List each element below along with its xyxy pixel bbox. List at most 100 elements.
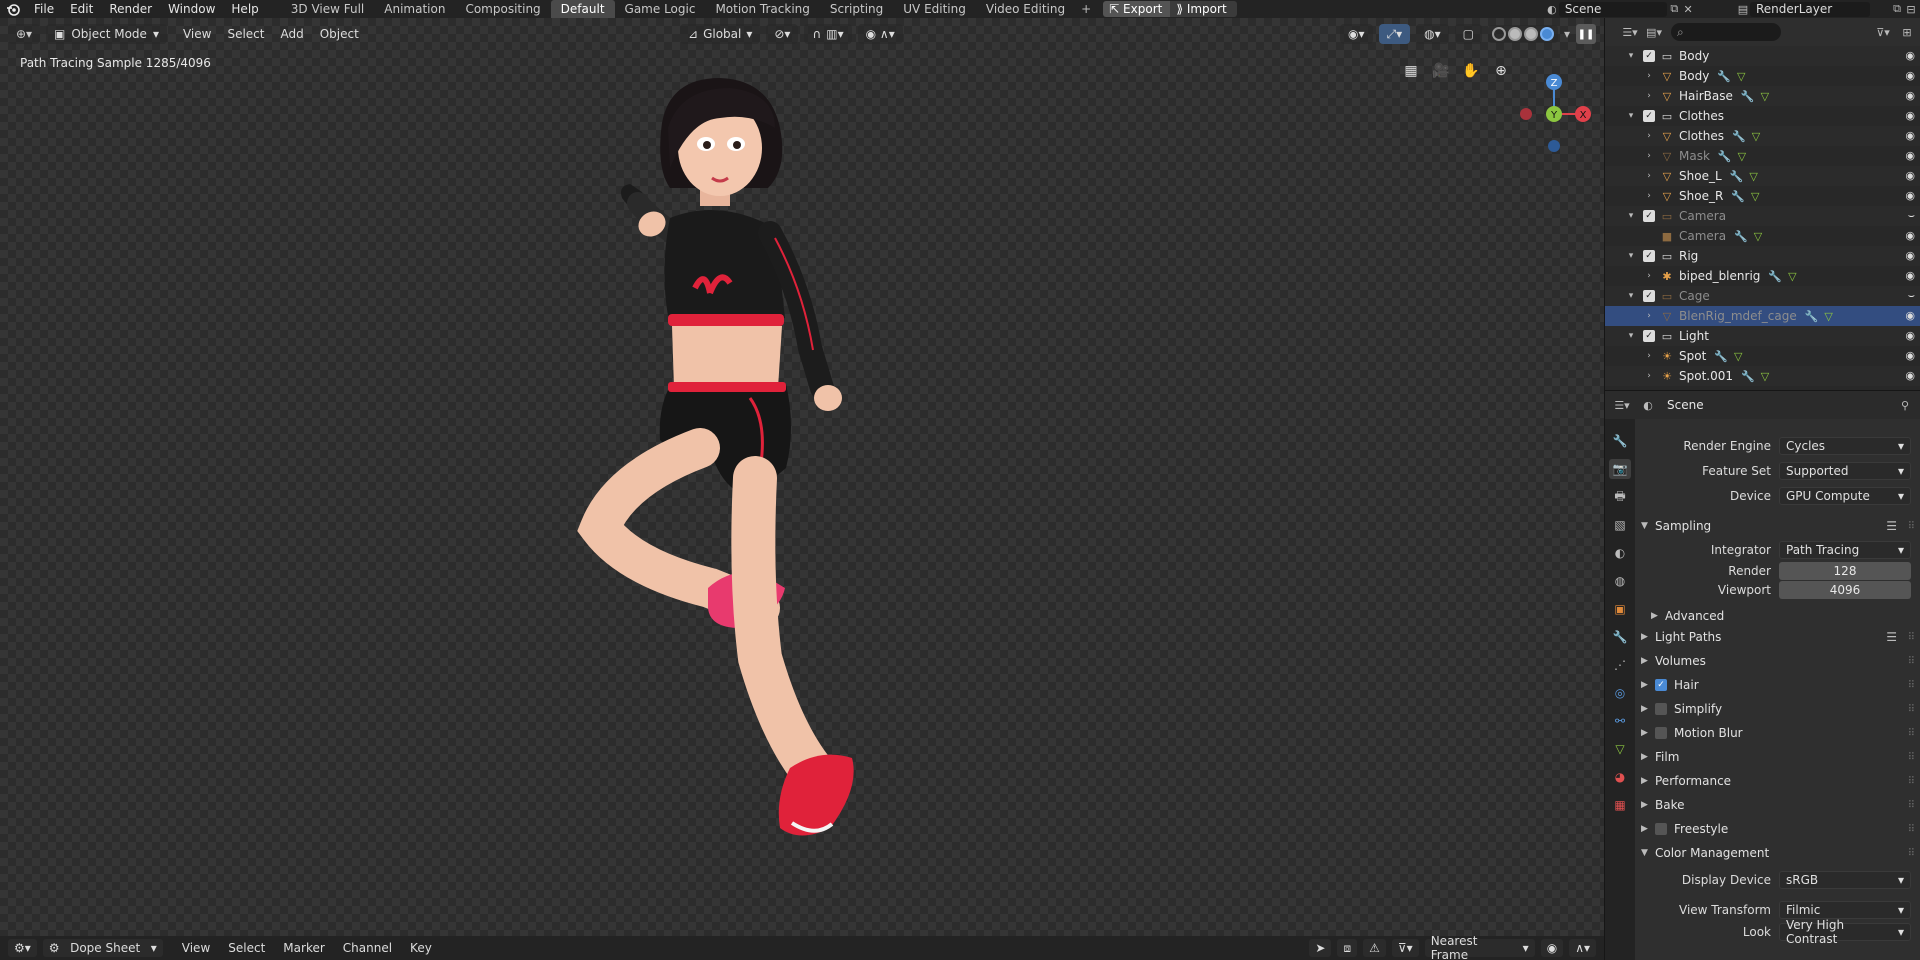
- snap-toggle[interactable]: ∩ ▥▾: [804, 24, 852, 44]
- visibility-eye-icon[interactable]: ◉: [1905, 309, 1915, 322]
- light-paths-panel-header[interactable]: ▶ Light Paths ☰ ⠿: [1635, 626, 1920, 648]
- view-layer-selector[interactable]: ▤ RenderLayer ⧉ ⊟: [1736, 0, 1920, 18]
- scene-tab-icon[interactable]: ◐: [1609, 543, 1631, 563]
- filter-dropdown[interactable]: ⊽▾: [1391, 939, 1419, 957]
- menu-file[interactable]: File: [26, 0, 62, 18]
- properties-editor-type-icon[interactable]: ☰▾: [1614, 398, 1629, 412]
- outliner-item-label[interactable]: Clothes: [1679, 109, 1724, 123]
- visibility-eye-icon[interactable]: ◉: [1905, 109, 1915, 122]
- viewport-menu-view[interactable]: View: [175, 27, 219, 41]
- outliner-collection-row[interactable]: ▾ ✓ ▭ Clothes ◉: [1605, 106, 1920, 126]
- viewport-samples-field[interactable]: 4096: [1779, 581, 1911, 599]
- only-selected-toggle[interactable]: ➤: [1309, 939, 1332, 957]
- viewport-menu-select[interactable]: Select: [219, 27, 272, 41]
- outliner-object-row[interactable]: › ☀ Spot 🔧 ▽ ◉: [1605, 346, 1920, 366]
- modifier-wrench-icon[interactable]: 🔧: [1768, 270, 1782, 283]
- object-tab-icon[interactable]: ▣: [1609, 599, 1631, 619]
- visibility-eye-icon[interactable]: ◉: [1905, 129, 1915, 142]
- disclosure-triangle-icon[interactable]: ▾: [1625, 251, 1637, 261]
- motion-blur-checkbox[interactable]: [1655, 727, 1667, 739]
- outliner-item-label[interactable]: HairBase: [1679, 89, 1733, 103]
- render-samples-field[interactable]: 128: [1779, 562, 1911, 580]
- modifier-wrench-icon[interactable]: 🔧: [1730, 170, 1744, 183]
- mode-selector[interactable]: ▣ Object Mode ▾: [46, 24, 167, 44]
- visibility-eye-icon[interactable]: ◉: [1905, 89, 1915, 102]
- drag-handle-icon[interactable]: ⠿: [1908, 824, 1915, 835]
- scene-name[interactable]: Scene: [1558, 1, 1668, 17]
- outliner-object-row[interactable]: › ▽ Mask 🔧 ▽ ◉: [1605, 146, 1920, 166]
- visibility-dropdown[interactable]: ◉▾: [1340, 24, 1373, 44]
- scene-selector[interactable]: ◐ Scene ⧉ ✕: [1545, 0, 1695, 18]
- outliner-item-label[interactable]: Body: [1679, 69, 1709, 83]
- mesh-data-icon[interactable]: ▽: [1761, 370, 1769, 383]
- modifier-wrench-icon[interactable]: 🔧: [1717, 70, 1731, 83]
- gizmo-negative-z-dot[interactable]: [1548, 140, 1560, 152]
- workspace-tab-video-editing[interactable]: Video Editing: [976, 0, 1075, 18]
- disclosure-triangle-icon[interactable]: ›: [1643, 91, 1655, 101]
- feature-set-dropdown[interactable]: Supported ▾: [1779, 462, 1911, 480]
- drag-handle-icon[interactable]: ⠿: [1908, 776, 1915, 787]
- disclosure-triangle-icon[interactable]: ›: [1643, 371, 1655, 381]
- dope-sheet-menu-key[interactable]: Key: [401, 941, 441, 955]
- device-dropdown[interactable]: GPU Compute ▾: [1779, 487, 1911, 505]
- hair-checkbox[interactable]: ✓: [1655, 679, 1667, 691]
- outliner-item-label[interactable]: Shoe_L: [1679, 169, 1722, 183]
- outliner-object-row[interactable]: › ✱ biped_blenrig 🔧 ▽ ◉: [1605, 266, 1920, 286]
- render-engine-dropdown[interactable]: Cycles ▾: [1779, 437, 1911, 455]
- hair-panel-header[interactable]: ▶ ✓ Hair ⠿: [1635, 674, 1920, 696]
- modifier-wrench-icon[interactable]: 🔧: [1741, 370, 1755, 383]
- visibility-eye-icon[interactable]: ◉: [1905, 369, 1915, 382]
- editor-type-button[interactable]: ⊕▾: [8, 24, 40, 44]
- outliner-item-label[interactable]: Body: [1679, 49, 1709, 63]
- menu-window[interactable]: Window: [160, 0, 223, 18]
- add-workspace-icon[interactable]: +: [1075, 2, 1097, 16]
- transform-orientation-dropdown[interactable]: ⊿ Global ▾: [680, 24, 761, 44]
- drag-handle-icon[interactable]: ⠿: [1908, 521, 1915, 532]
- disclosure-triangle-icon[interactable]: ›: [1643, 311, 1655, 321]
- exclude-checkbox[interactable]: ✓: [1643, 290, 1655, 302]
- modifier-wrench-icon[interactable]: 🔧: [1732, 130, 1746, 143]
- drag-handle-icon[interactable]: ⠿: [1908, 632, 1915, 643]
- advanced-subpanel-header[interactable]: ▶ Advanced: [1635, 605, 1920, 627]
- mesh-data-icon[interactable]: ▽: [1749, 170, 1757, 183]
- outliner-object-row[interactable]: › ▽ BlenRig_mdef_cage 🔧 ▽ ◉: [1605, 306, 1920, 326]
- outliner-item-label[interactable]: Camera: [1679, 209, 1726, 223]
- viewport-menu-add[interactable]: Add: [272, 27, 311, 41]
- presets-list-icon[interactable]: ☰: [1886, 519, 1897, 533]
- texture-tab-icon[interactable]: ▦: [1609, 795, 1631, 815]
- disclosure-triangle-icon[interactable]: ▾: [1625, 111, 1637, 121]
- outliner-item-label[interactable]: Light: [1679, 329, 1709, 343]
- disclosure-triangle-icon[interactable]: ›: [1643, 351, 1655, 361]
- volumes-panel-header[interactable]: ▶ Volumes ⠿: [1635, 650, 1920, 672]
- modifier-wrench-icon[interactable]: 🔧: [1734, 230, 1748, 243]
- performance-panel-header[interactable]: ▶ Performance ⠿: [1635, 770, 1920, 792]
- solid-shading-icon[interactable]: [1507, 27, 1522, 41]
- outliner-item-label[interactable]: Cage: [1679, 289, 1710, 303]
- outliner-editor-type-icon[interactable]: ☰▾: [1622, 25, 1637, 39]
- exclude-checkbox[interactable]: ✓: [1643, 250, 1655, 262]
- visibility-eye-icon[interactable]: ◉: [1905, 349, 1915, 362]
- dope-sheet-menu-channel[interactable]: Channel: [334, 941, 401, 955]
- mesh-data-icon[interactable]: ▽: [1734, 350, 1742, 363]
- visibility-eye-icon[interactable]: ◉: [1905, 149, 1915, 162]
- dope-sheet-menu-select[interactable]: Select: [219, 941, 274, 955]
- view-layer-name[interactable]: RenderLayer: [1750, 1, 1870, 17]
- outliner-collection-row[interactable]: ▾ ✓ ▭ Light ◉: [1605, 326, 1920, 346]
- workspace-tab-motion-tracking[interactable]: Motion Tracking: [705, 0, 819, 18]
- outliner-collection-row[interactable]: ▾ ✓ ▭ Body ◉: [1605, 46, 1920, 66]
- dope-sheet-menu-marker[interactable]: Marker: [274, 941, 333, 955]
- modifier-tab-icon[interactable]: 🔧: [1609, 627, 1631, 647]
- particles-tab-icon[interactable]: ⋰: [1609, 655, 1631, 675]
- mesh-data-icon[interactable]: ▽: [1824, 310, 1832, 323]
- world-tab-icon[interactable]: ◍: [1609, 571, 1631, 591]
- overlay-toggle[interactable]: ◍▾: [1416, 24, 1449, 44]
- visibility-eye-icon[interactable]: ⌣: [1908, 289, 1915, 303]
- workspace-tab-default[interactable]: Default: [550, 0, 615, 18]
- blender-logo-icon[interactable]: [0, 0, 26, 18]
- mesh-data-icon[interactable]: ▽: [1752, 130, 1760, 143]
- view-transform-dropdown[interactable]: Filmic ▾: [1779, 901, 1911, 919]
- gizmo-toggle[interactable]: ⤢▾: [1378, 24, 1411, 44]
- mesh-data-icon[interactable]: ▽: [1761, 90, 1769, 103]
- disclosure-triangle-icon[interactable]: ›: [1643, 151, 1655, 161]
- outliner-item-label[interactable]: biped_blenrig: [1679, 269, 1760, 283]
